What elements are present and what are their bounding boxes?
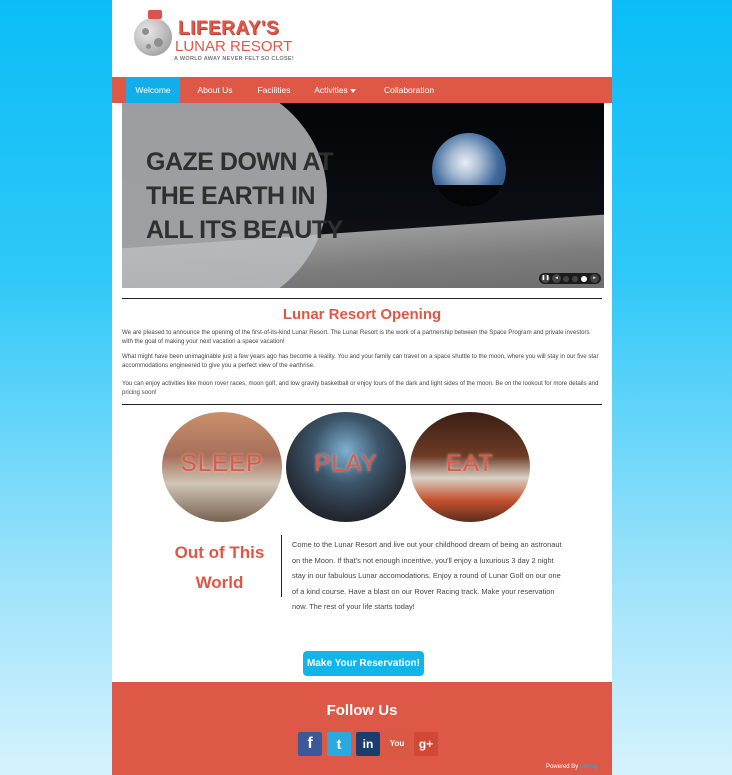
prev-icon[interactable]: ◂ xyxy=(552,274,561,283)
google-plus-icon[interactable]: g+ xyxy=(414,732,438,756)
world-text: Come to the Lunar Resort and live out yo… xyxy=(292,540,562,611)
page: LIFERAY'S LUNAR RESORT A WORLD AWAY NEVE… xyxy=(112,0,612,775)
caret-down-icon xyxy=(349,88,356,93)
nav-item-facilities[interactable]: Facilities xyxy=(250,77,298,103)
nav-item-about-us[interactable]: About Us xyxy=(190,77,240,103)
play-tile[interactable]: PLAY xyxy=(286,412,406,522)
divider xyxy=(122,298,602,299)
hero-carousel[interactable]: GAZE DOWN AT THE EARTH IN ALL ITS BEAUTY… xyxy=(122,103,604,288)
logo-subtitle: LUNAR RESORT xyxy=(175,38,293,55)
divider xyxy=(122,404,602,405)
sleep-tile[interactable]: SLEEP xyxy=(162,412,282,522)
powered-by: Powered By Liferay xyxy=(545,764,598,770)
nav-item-activities[interactable]: Activities xyxy=(308,77,362,103)
carousel-dot[interactable] xyxy=(563,275,569,282)
youtube-icon[interactable]: You xyxy=(385,732,409,756)
twitter-icon[interactable]: t xyxy=(327,732,351,756)
footer: Follow Us f t in You g+ Powered By Lifer… xyxy=(112,682,612,775)
logo-tagline: A WORLD AWAY NEVER FELT SO CLOSE! xyxy=(174,56,295,62)
eat-label: EAT xyxy=(446,450,494,477)
hero-headline: GAZE DOWN AT THE EARTH IN ALL ITS BEAUTY xyxy=(146,148,343,244)
eat-tile[interactable]: EAT xyxy=(410,412,530,522)
logo[interactable]: LIFERAY'S LUNAR RESORT A WORLD AWAY NEVE… xyxy=(134,8,304,66)
facebook-icon[interactable]: f xyxy=(298,732,322,756)
sleep-label: SLEEP xyxy=(180,450,264,477)
follow-us-heading: Follow Us xyxy=(326,702,398,719)
intro-paragraph: You can enjoy activities like moon rover… xyxy=(122,380,599,396)
earth-image xyxy=(432,133,506,207)
intro-paragraph: What might have been unimaginable just a… xyxy=(122,353,599,369)
next-icon[interactable]: ▸ xyxy=(590,274,599,283)
moon-logo-icon xyxy=(134,18,172,56)
logo-title: LIFERAY'S xyxy=(178,18,280,39)
liferay-link[interactable]: Liferay xyxy=(580,764,598,770)
nav-item-collaboration[interactable]: Collaboration xyxy=(374,77,444,103)
nav-item-welcome[interactable]: Welcome xyxy=(126,77,180,103)
play-label: PLAY xyxy=(314,450,378,477)
carousel-controls: ❚❚ ◂ ▸ xyxy=(539,273,601,284)
linkedin-icon[interactable]: in xyxy=(356,732,380,756)
intro-paragraph: We are pleased to announce the opening o… xyxy=(122,329,590,345)
world-title: Out of This World xyxy=(174,543,265,592)
flag-icon xyxy=(148,10,162,19)
main-navigation: Welcome About Us Facilities Activities C… xyxy=(112,77,612,103)
section-title: Lunar Resort Opening xyxy=(282,306,442,323)
divider xyxy=(281,535,282,597)
carousel-dot[interactable] xyxy=(572,275,578,282)
carousel-dot-active[interactable] xyxy=(581,275,587,282)
pause-icon[interactable]: ❚❚ xyxy=(541,274,550,283)
make-reservation-button[interactable]: Make Your Reservation! xyxy=(303,651,424,676)
